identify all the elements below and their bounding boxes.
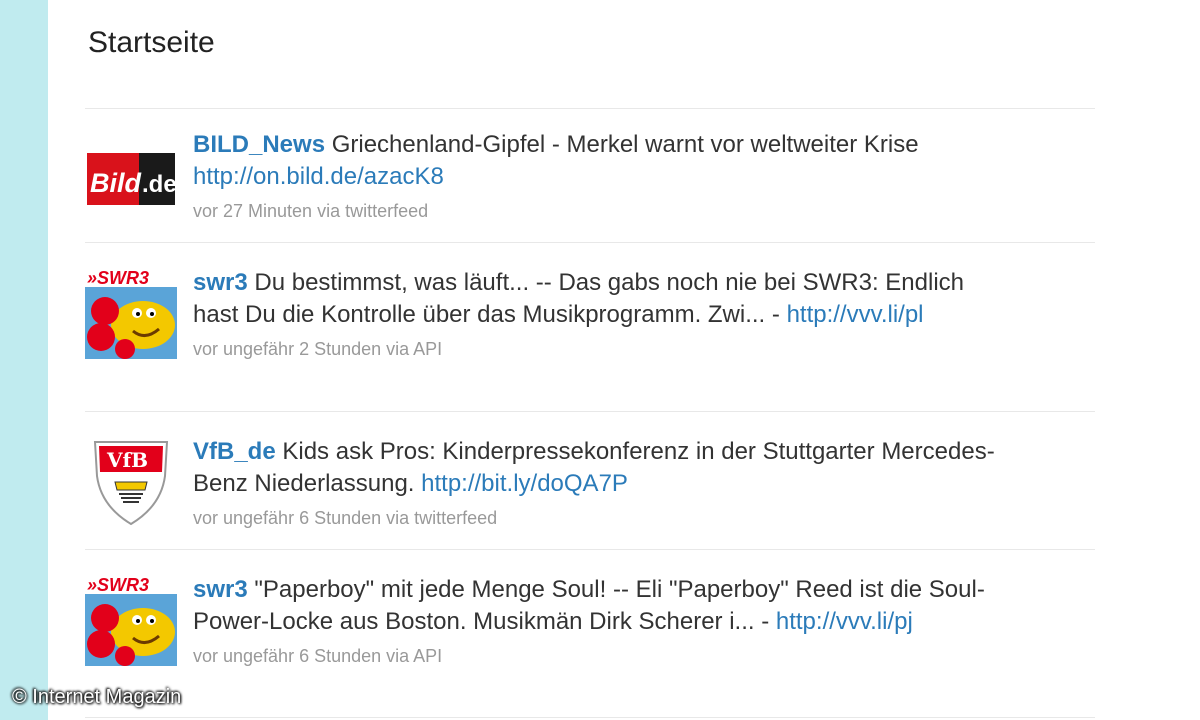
swr3-logo-icon: »SWR3 — [85, 574, 177, 666]
tweet-link[interactable]: http://bit.ly/doQA7P — [421, 470, 628, 497]
tweet-username[interactable]: VfB_de — [193, 438, 276, 465]
tweet-content: BILD_News Griechenland-Gipfel - Merkel w… — [193, 129, 1013, 222]
watermark: © Internet Magazin — [12, 686, 182, 708]
tweet-link[interactable]: http://vvv.li/pl — [787, 301, 924, 328]
svg-text:.de: .de — [142, 171, 177, 198]
side-strip — [0, 0, 48, 720]
svg-text:Bild: Bild — [90, 168, 142, 198]
swr3-avatar[interactable]: »SWR3 — [85, 267, 177, 359]
tweet-meta[interactable]: vor 27 Minuten via twitterfeed — [193, 201, 1013, 222]
tweet-content: swr3 "Paperboy" mit jede Menge Soul! -- … — [193, 574, 1013, 667]
svg-text:»SWR3: »SWR3 — [87, 268, 149, 288]
main-panel: Startseite Bild .de BILD_News Griechenla… — [48, 0, 1200, 720]
tweet-text: Griechenland-Gipfel - Merkel warnt vor w… — [331, 131, 919, 158]
tweet-meta[interactable]: vor ungefähr 2 Stunden via API — [193, 339, 1013, 360]
tweet-text-block: swr3 Du bestimmst, was läuft... -- Das g… — [193, 267, 1013, 331]
swr3-logo-icon: »SWR3 — [85, 267, 177, 359]
tweet-feed: Bild .de BILD_News Griechenland-Gipfel -… — [85, 108, 1095, 718]
tweet-meta[interactable]: vor ungefähr 6 Stunden via twitterfeed — [193, 508, 1013, 529]
tweet-link[interactable]: http://on.bild.de/azacK8 — [193, 163, 444, 190]
tweet-text-block: BILD_News Griechenland-Gipfel - Merkel w… — [193, 129, 1013, 193]
tweet-meta[interactable]: vor ungefähr 6 Stunden via API — [193, 646, 1013, 667]
tweet-content: swr3 Du bestimmst, was läuft... -- Das g… — [193, 267, 1013, 360]
tweet-username[interactable]: swr3 — [193, 269, 248, 296]
tweet-item: Bild .de BILD_News Griechenland-Gipfel -… — [85, 109, 1095, 243]
svg-text:»SWR3: »SWR3 — [87, 575, 149, 595]
page-title: Startseite — [88, 26, 215, 59]
tweet-username[interactable]: BILD_News — [193, 131, 325, 158]
bild-de-logo-icon: Bild .de — [85, 133, 177, 225]
vfb-crest-icon: VfB — [85, 436, 177, 528]
tweet-username[interactable]: swr3 — [193, 576, 248, 603]
svg-text:VfB: VfB — [106, 448, 148, 472]
tweet-item: »SWR3 swr3 "Paperboy" mit jede Menge Sou… — [85, 550, 1095, 718]
tweet-text-block: swr3 "Paperboy" mit jede Menge Soul! -- … — [193, 574, 1013, 638]
tweet-item: VfB VfB_de Kids ask Pros: Kinderpresseko… — [85, 412, 1095, 550]
tweet-item: »SWR3 swr3 Du bestimmst, was läuft... --… — [85, 243, 1095, 412]
tweet-link[interactable]: http://vvv.li/pj — [776, 608, 913, 635]
bild-avatar[interactable]: Bild .de — [85, 133, 177, 225]
swr3-avatar[interactable]: »SWR3 — [85, 574, 177, 666]
vfb-avatar[interactable]: VfB — [85, 436, 177, 528]
tweet-content: VfB_de Kids ask Pros: Kinderpressekonfer… — [193, 436, 1013, 529]
tweet-text-block: VfB_de Kids ask Pros: Kinderpressekonfer… — [193, 436, 1013, 500]
